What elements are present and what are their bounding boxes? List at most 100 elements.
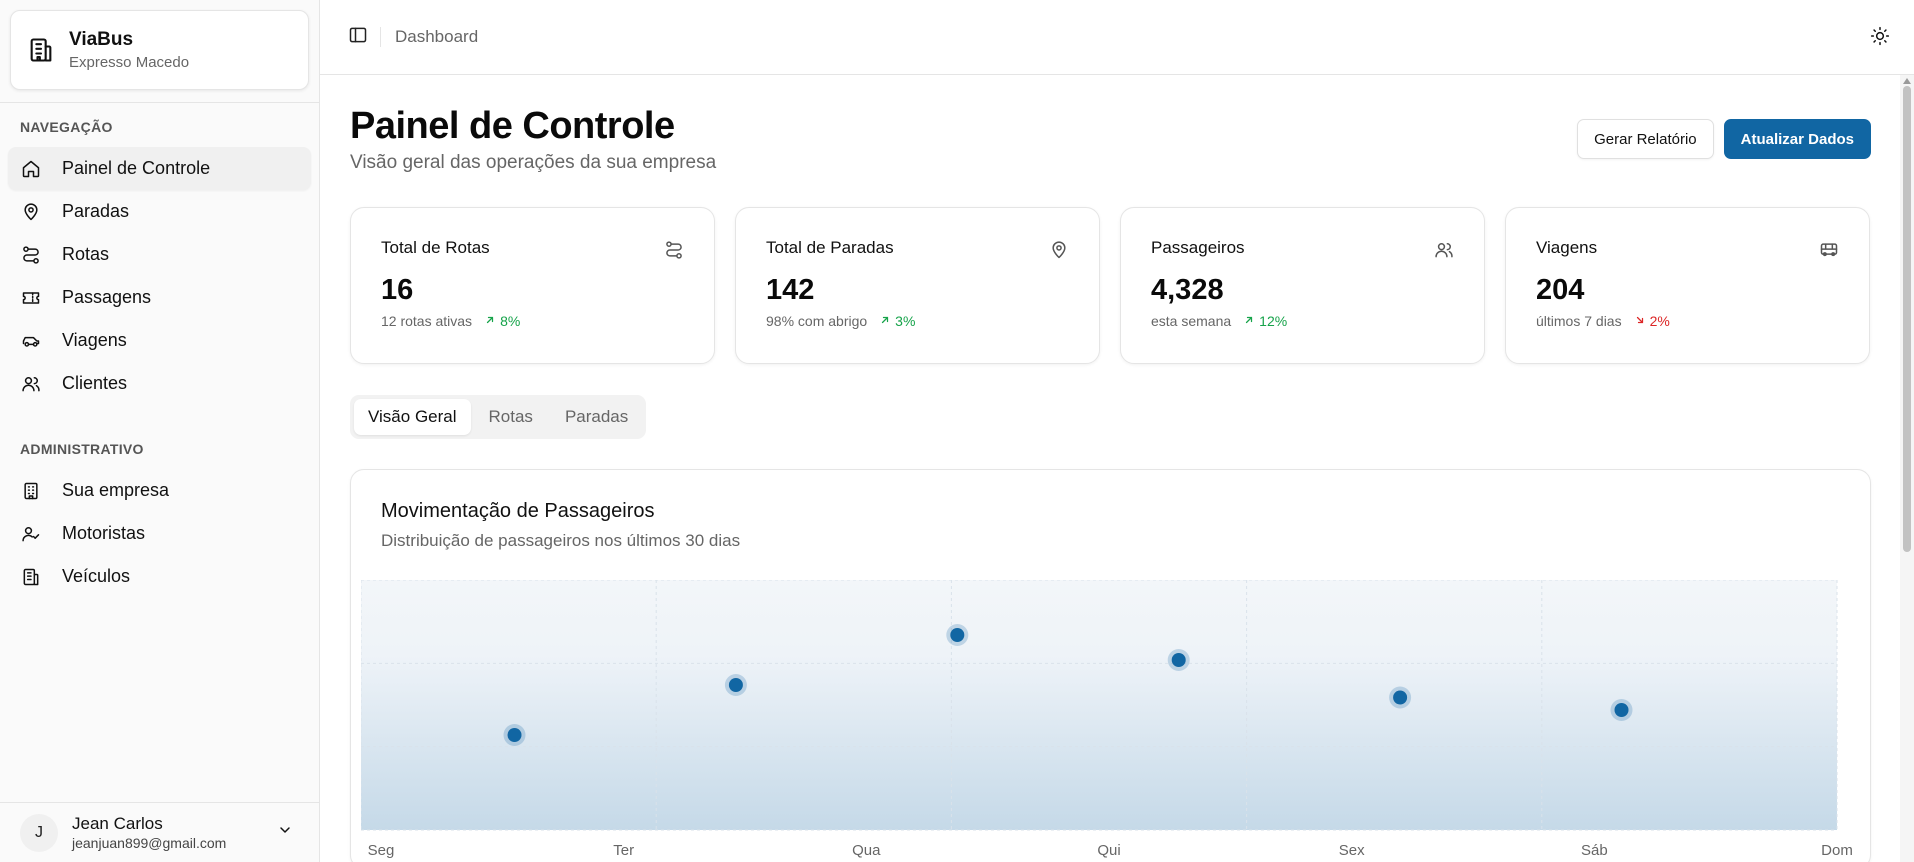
stat-note: 98% com abrigo [766, 313, 868, 329]
sidebar-item-label: Viagens [62, 330, 127, 350]
stat-title: Total de Rotas [381, 238, 490, 257]
avatar: J [20, 813, 58, 852]
trend-value: 3% [895, 313, 916, 329]
route-icon [664, 240, 684, 265]
sidebar-item-paradas[interactable]: Paradas [8, 190, 311, 233]
map-pin-icon [1049, 240, 1069, 265]
breadcrumb[interactable]: Dashboard [395, 27, 478, 47]
sidebar-item-painel[interactable]: Painel de Controle [8, 147, 311, 190]
refresh-data-button[interactable]: Atualizar Dados [1723, 119, 1871, 159]
sidebar-item-label: Painel de Controle [62, 158, 211, 178]
sidebar-item-sua-empresa[interactable]: Sua empresa [8, 469, 311, 512]
car-icon [20, 330, 42, 352]
page-subtitle: Visão geral das operações da sua empresa [350, 152, 717, 173]
user-menu[interactable]: J Jean Carlos jeanjuan899@gmail.com [0, 802, 319, 862]
vehicle-icon [20, 566, 42, 588]
stat-card-paradas: Total de Paradas 142 98% com abrigo 3% [735, 207, 1100, 364]
route-icon [20, 244, 42, 266]
sidebar-item-motoristas[interactable]: Motoristas [8, 512, 311, 555]
user-email: jeanjuan899@gmail.com [72, 835, 227, 851]
chart-subtitle: Distribuição de passageiros nos últimos … [381, 531, 741, 550]
stat-value: 16 [381, 274, 414, 306]
data-point [1614, 703, 1629, 717]
building-icon [27, 36, 55, 64]
scroll-up-icon[interactable] [1903, 78, 1911, 84]
arrow-up-right-icon [1243, 313, 1255, 329]
trend-value: 2% [1649, 313, 1670, 329]
stat-value: 4,328 [1151, 274, 1224, 306]
sidebar-toggle-icon[interactable] [348, 25, 368, 50]
passenger-chart-card: Movimentação de Passageiros Distribuição… [350, 469, 1871, 862]
arrow-up-right-icon [879, 313, 891, 329]
stat-note: 12 rotas ativas [381, 313, 473, 329]
x-tick-label: Dom [1821, 842, 1853, 859]
arrow-down-right-icon [1634, 313, 1646, 329]
building-icon [20, 480, 42, 502]
breadcrumb-separator [380, 27, 381, 47]
stat-note: últimos 7 dias [1536, 313, 1622, 329]
sidebar-item-label: Veículos [62, 566, 131, 586]
x-tick-label: Seg [368, 842, 395, 859]
stat-card-viagens: Viagens 204 últimos 7 dias 2% [1505, 207, 1870, 364]
x-tick-label: Ter [613, 842, 634, 859]
sidebar-item-label: Motoristas [62, 523, 146, 543]
page-title: Painel de Controle [350, 105, 675, 147]
tab-paradas[interactable]: Paradas [551, 399, 642, 435]
chevron-down-icon[interactable] [277, 822, 293, 843]
sidebar-item-viagens[interactable]: Viagens [8, 319, 311, 362]
stat-value: 204 [1536, 274, 1585, 306]
sidebar-item-label: Rotas [62, 244, 110, 264]
x-tick-label: Sáb [1581, 842, 1608, 859]
brand-name: ViaBus [69, 29, 134, 50]
x-tick-label: Qua [852, 842, 881, 859]
sidebar: ViaBus Expresso Macedo NAVEGAÇÃO Painel … [0, 0, 320, 862]
data-point [728, 678, 743, 692]
brand-company: Expresso Macedo [69, 54, 190, 71]
sidebar-item-clientes[interactable]: Clientes [8, 362, 311, 405]
nav-section-label: NAVEGAÇÃO [20, 119, 113, 135]
trend-indicator: 12% [1243, 313, 1287, 329]
users-icon [1434, 240, 1454, 265]
stat-card-passageiros: Passageiros 4,328 esta semana 12% [1120, 207, 1485, 364]
tab-list: Visão Geral Rotas Paradas [350, 395, 647, 439]
chart-title: Movimentação de Passageiros [381, 500, 655, 522]
data-point [1171, 653, 1186, 667]
sidebar-divider [0, 102, 319, 103]
sidebar-item-label: Passagens [62, 287, 152, 307]
user-name: Jean Carlos [72, 814, 163, 833]
home-icon [20, 158, 42, 180]
sidebar-item-passagens[interactable]: Passagens [8, 276, 311, 319]
main-content: Dashboard Painel de Controle Visão geral… [320, 0, 1914, 862]
data-point [507, 728, 522, 742]
stat-card-rotas: Total de Rotas 16 12 rotas ativas 8% [350, 207, 715, 364]
data-point [950, 628, 965, 642]
user-check-icon [20, 523, 42, 545]
generate-report-button[interactable]: Gerar Relatório [1577, 119, 1714, 159]
users-icon [20, 373, 42, 395]
map-pin-icon [20, 201, 42, 223]
sidebar-item-label: Sua empresa [62, 480, 170, 500]
admin-section-label: ADMINISTRATIVO [20, 441, 144, 457]
x-tick-label: Sex [1339, 842, 1365, 859]
sidebar-item-veiculos[interactable]: Veículos [8, 555, 311, 598]
trend-indicator: 8% [484, 313, 520, 329]
trend-value: 8% [500, 313, 521, 329]
passenger-chart: Seg Ter Qua Qui Sex Sáb Dom [361, 580, 1853, 859]
data-point [1393, 690, 1408, 705]
topbar: Dashboard [320, 0, 1914, 75]
stat-value: 142 [766, 274, 815, 306]
scrollbar-thumb[interactable] [1903, 86, 1911, 552]
stat-title: Viagens [1536, 238, 1598, 257]
tab-rotas[interactable]: Rotas [475, 399, 547, 435]
sun-icon[interactable] [1870, 26, 1890, 51]
sidebar-item-label: Clientes [62, 373, 128, 393]
brand-switcher[interactable]: ViaBus Expresso Macedo [10, 10, 309, 90]
bus-icon [1819, 240, 1839, 265]
stat-title: Passageiros [1151, 238, 1245, 257]
stats-row: Total de Rotas 16 12 rotas ativas 8% Tot… [350, 207, 1871, 364]
ticket-icon [20, 287, 42, 309]
trend-indicator: 3% [879, 313, 915, 329]
sidebar-item-rotas[interactable]: Rotas [8, 233, 311, 276]
tab-visao-geral[interactable]: Visão Geral [354, 399, 471, 435]
trend-indicator: 2% [1634, 313, 1670, 329]
